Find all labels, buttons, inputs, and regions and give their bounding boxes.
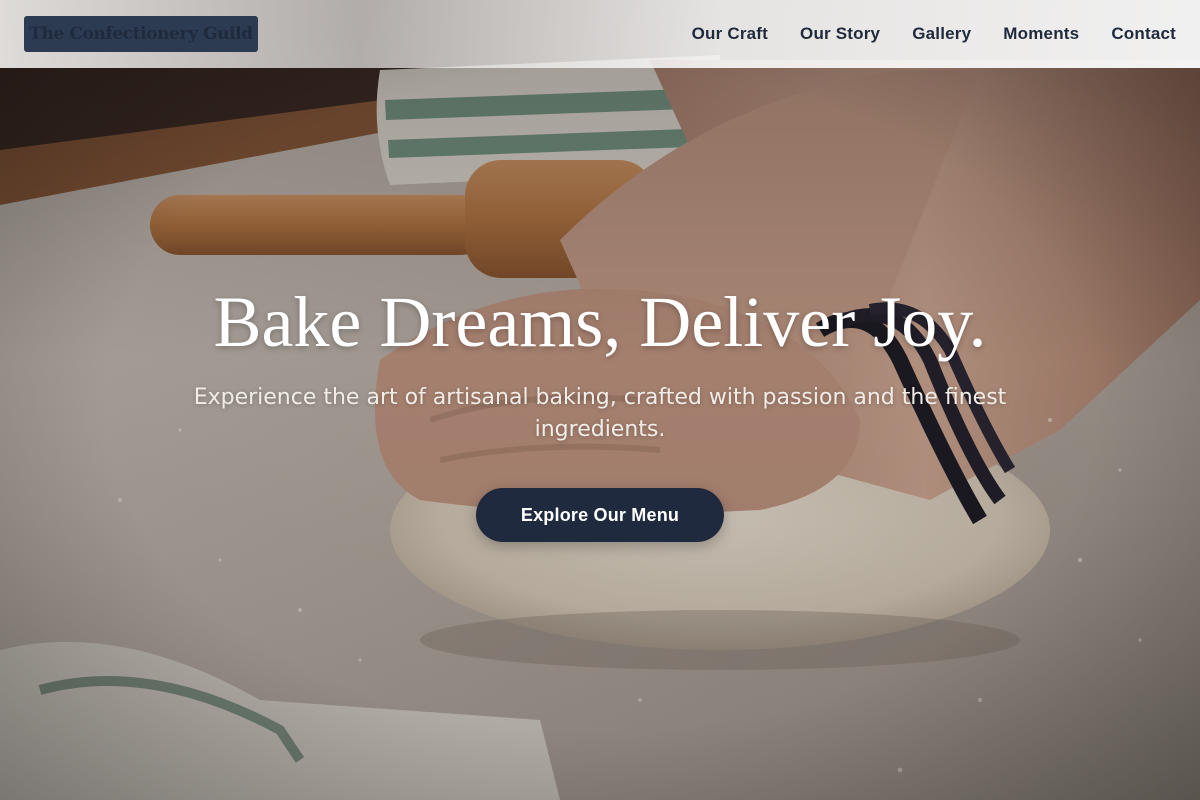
hero-subtitle: Experience the art of artisanal baking, … [193, 385, 1007, 442]
nav-link-gallery[interactable]: Gallery [912, 24, 971, 44]
site-header: The Confectionery Guild Our Craft Our St… [0, 0, 1200, 68]
nav-link-our-story[interactable]: Our Story [800, 24, 880, 44]
hero-section: Bake Dreams, Deliver Joy. Experience the… [0, 280, 1200, 542]
nav-link-moments[interactable]: Moments [1003, 24, 1079, 44]
site-logo[interactable]: The Confectionery Guild [24, 16, 258, 52]
page: The Confectionery Guild Our Craft Our St… [0, 0, 1200, 800]
main-nav: Our Craft Our Story Gallery Moments Cont… [692, 0, 1176, 68]
nav-link-our-craft[interactable]: Our Craft [692, 24, 768, 44]
hero-title: Bake Dreams, Deliver Joy. [213, 282, 987, 362]
nav-link-contact[interactable]: Contact [1111, 24, 1176, 44]
explore-menu-button[interactable]: Explore Our Menu [476, 488, 724, 542]
